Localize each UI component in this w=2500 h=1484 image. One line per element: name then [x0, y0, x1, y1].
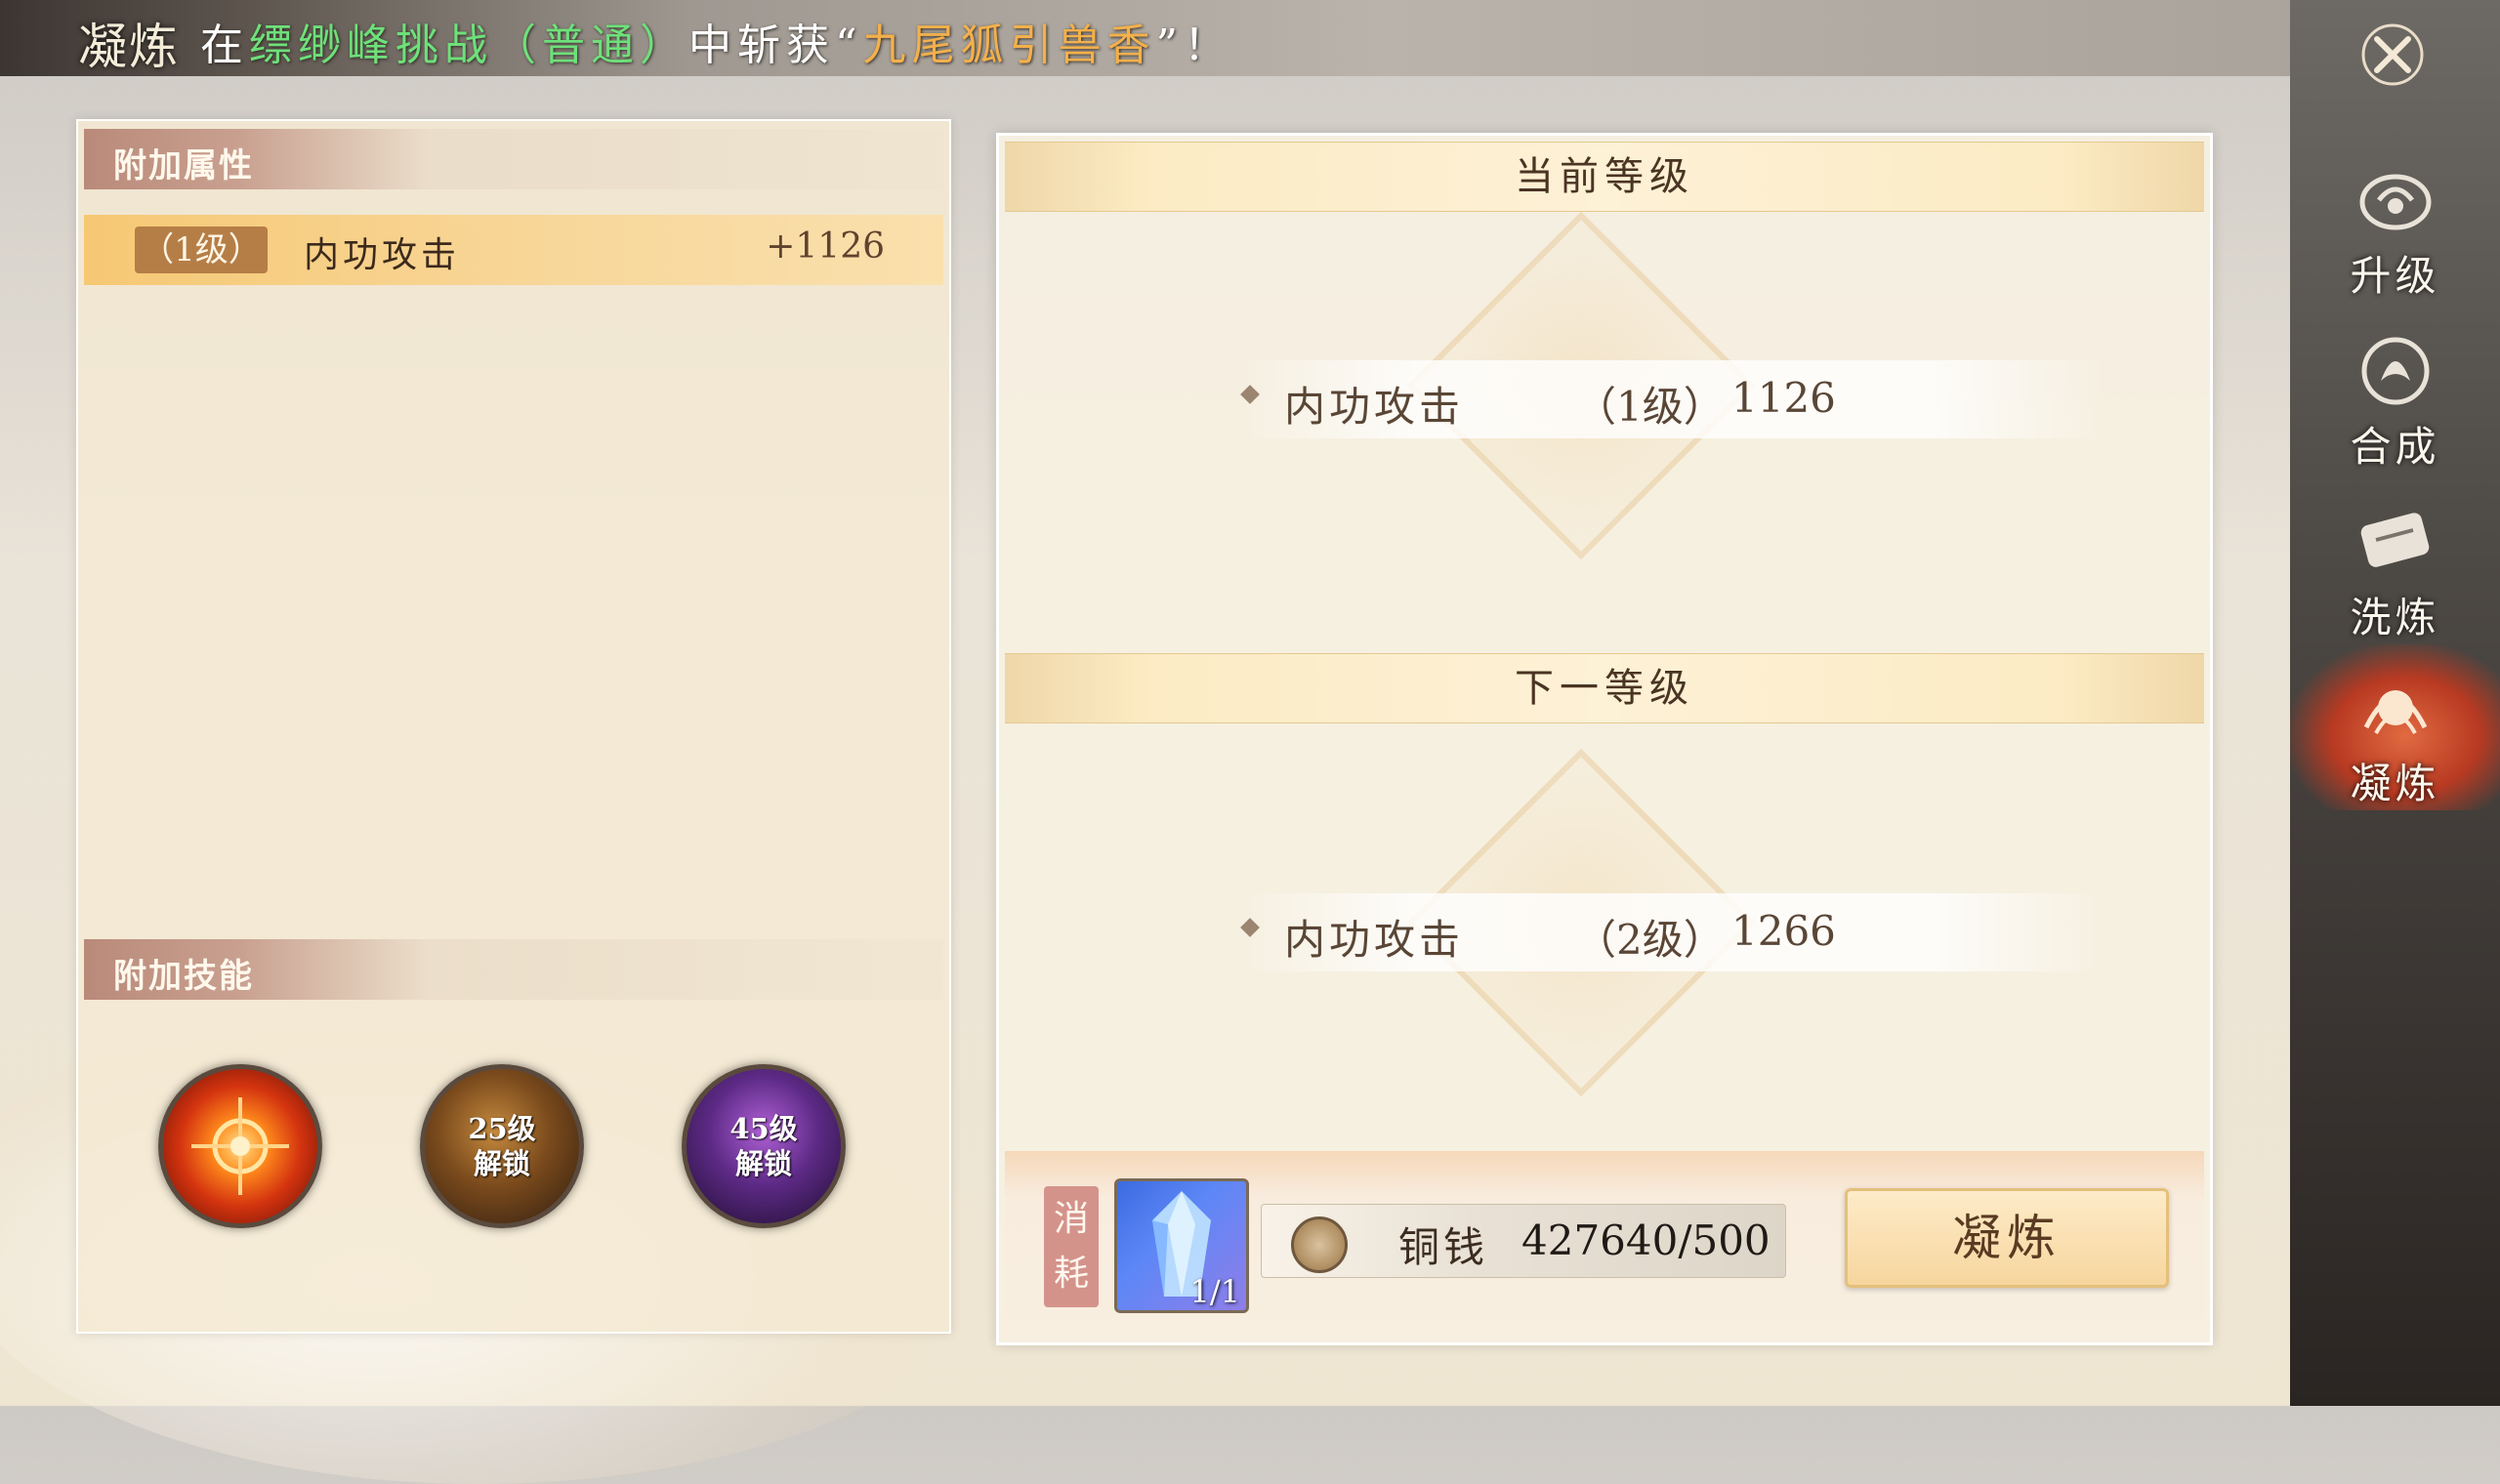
skill-section-title: 附加技能	[113, 957, 254, 996]
current-stat-name: 内功攻击	[1284, 383, 1465, 431]
nav-label-synthesis: 合成	[2350, 423, 2440, 471]
ticker-mid: 中斩获“	[688, 21, 863, 70]
cost-tag-line2: 耗	[1053, 1254, 1089, 1294]
refine-icon	[2363, 690, 2427, 734]
attribute-value: +1126	[766, 227, 885, 267]
close-button[interactable]	[2354, 16, 2432, 94]
refine-button[interactable]: 凝炼	[1845, 1188, 2169, 1288]
cost-tag: 消 耗	[1044, 1186, 1099, 1307]
cost-tag-line1: 消	[1053, 1199, 1089, 1239]
right-nav: 升级 合成 洗炼 凝炼	[2290, 0, 2500, 1406]
attr-section-header: 附加属性	[84, 129, 943, 189]
reforge-icon	[2360, 513, 2429, 567]
fire-skill-icon	[191, 1097, 289, 1195]
current-stat-level: （1级）	[1575, 383, 1725, 431]
page-title: 凝炼	[78, 19, 180, 75]
skill-lock-text: 解锁	[734, 1147, 792, 1180]
current-stat-value: 1126	[1731, 374, 1836, 422]
cost-bar: 消 耗 1/1 铜钱 427640/500 凝炼	[1005, 1151, 2204, 1337]
attribute-name: 内功攻击	[304, 235, 461, 275]
skill-lock-level: 45级	[729, 1112, 798, 1145]
skill-lock-text: 解锁	[473, 1147, 530, 1180]
bullet-icon	[1240, 385, 1260, 404]
ticker-suffix: ”！	[1155, 21, 1232, 70]
announcement-ticker: 在缥缈峰挑战（普通）中斩获“九尾狐引兽香”！	[200, 10, 1232, 72]
attr-section-title: 附加属性	[113, 146, 254, 186]
left-panel: 附加属性 （1级） 内功攻击 +1126 附加技能 25级 解锁 45级 解锁	[76, 119, 951, 1334]
nav-item-reforge[interactable]: 洗炼	[2290, 478, 2500, 644]
nav-item-synthesis[interactable]: 合成	[2290, 308, 2500, 474]
nav-item-refine[interactable]: 凝炼	[2290, 644, 2500, 810]
nav-label-reforge: 洗炼	[2350, 594, 2440, 641]
currency-label: 铜钱	[1398, 1223, 1489, 1271]
next-stat-level: （2级）	[1575, 916, 1725, 964]
nav-label-upgrade: 升级	[2350, 252, 2440, 300]
right-panel: 当前等级 内功攻击 （1级） 1126 下一等级 内功攻击 （2级） 1266 …	[996, 133, 2213, 1345]
upgrade-icon	[2359, 174, 2431, 230]
skill-slot-locked-45[interactable]: 45级 解锁	[682, 1064, 846, 1228]
currency-box: 铜钱 427640/500	[1261, 1204, 1786, 1278]
skill-slot-locked-25[interactable]: 25级 解锁	[420, 1064, 584, 1228]
ticker-place: 缥缈峰挑战（普通）	[249, 21, 688, 70]
skill-lock-label: 45级 解锁	[729, 1111, 797, 1181]
synthesis-icon	[2361, 337, 2429, 405]
skill-slot-fire[interactable]	[158, 1064, 322, 1228]
next-level-header: 下一等级	[1005, 653, 2204, 723]
top-bar: 凝炼 在缥缈峰挑战（普通）中斩获“九尾狐引兽香”！	[0, 0, 2305, 76]
attribute-level-badge: （1级）	[135, 227, 268, 273]
skill-lock-level: 25级	[468, 1112, 536, 1145]
attribute-row: （1级） 内功攻击 +1126	[84, 215, 943, 285]
nav-item-upgrade[interactable]: 升级	[2290, 137, 2500, 303]
bullet-icon	[1240, 918, 1260, 937]
next-stat-value: 1266	[1731, 907, 1836, 955]
crystal-item-slot[interactable]: 1/1	[1114, 1178, 1249, 1313]
ticker-item: 九尾狐引兽香	[862, 21, 1156, 70]
skill-section-header: 附加技能	[84, 939, 943, 1000]
close-icon	[2361, 23, 2424, 86]
currency-value: 427640/500	[1521, 1216, 1771, 1264]
skill-lock-label: 25级 解锁	[468, 1111, 535, 1181]
nav-label-refine: 凝炼	[2350, 760, 2440, 807]
crystal-count: 1/1	[1189, 1273, 1241, 1310]
copper-coin-icon	[1291, 1216, 1348, 1273]
current-stat-line: 内功攻击 （1级） 1126	[1240, 360, 2103, 438]
ticker-prefix: 在	[200, 21, 249, 70]
next-stat-line: 内功攻击 （2级） 1266	[1240, 893, 2103, 971]
current-level-header: 当前等级	[1005, 142, 2204, 212]
next-stat-name: 内功攻击	[1284, 916, 1465, 964]
